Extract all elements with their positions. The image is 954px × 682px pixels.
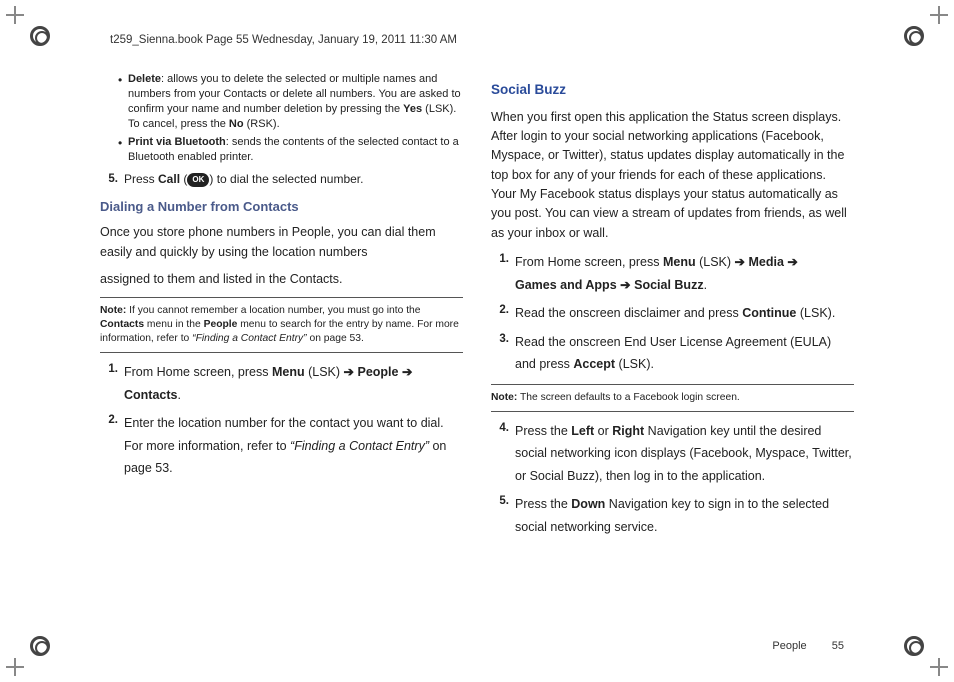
left-column: • Delete: allows you to delete the selec…: [100, 70, 463, 632]
step-2-enter-location: 2. Enter the location number for the con…: [100, 412, 463, 480]
decoration-spiral-top-left: [30, 26, 50, 46]
step-1-home-menu: 1. From Home screen, press Menu (LSK) ➔ …: [100, 361, 463, 406]
heading-dialing-from-contacts: Dialing a Number from Contacts: [100, 198, 463, 217]
intro-text-2: assigned to them and listed in the Conta…: [100, 270, 463, 289]
sb-step-1: 1. From Home screen, press Menu (LSK) ➔ …: [491, 251, 854, 296]
intro-text: Once you store phone numbers in People, …: [100, 223, 463, 262]
decoration-spiral-top-right: [904, 26, 924, 46]
note-remember-location: Note: If you cannot remember a location …: [100, 297, 463, 353]
decoration-spiral-bottom-left: [30, 636, 50, 656]
sb-step-2: 2. Read the onscreen disclaimer and pres…: [491, 302, 854, 325]
bullet-delete: • Delete: allows you to delete the selec…: [118, 72, 463, 131]
social-buzz-intro: When you first open this application the…: [491, 108, 854, 244]
decoration-spiral-bottom-right: [904, 636, 924, 656]
sb-step-4: 4. Press the Left or Right Navigation ke…: [491, 420, 854, 488]
ok-key-icon: OK: [187, 173, 209, 187]
right-column: Social Buzz When you first open this app…: [491, 70, 854, 632]
bullet-print-bluetooth: • Print via Bluetooth: sends the content…: [118, 135, 463, 165]
sb-step-5: 5. Press the Down Navigation key to sign…: [491, 493, 854, 538]
book-header: t259_Sienna.book Page 55 Wednesday, Janu…: [110, 34, 457, 46]
heading-social-buzz: Social Buzz: [491, 80, 854, 100]
page-content: • Delete: allows you to delete the selec…: [100, 70, 854, 632]
step-5-press-call: 5. Press Call (OK) to dial the selected …: [100, 171, 463, 188]
footer-section: People: [772, 640, 806, 652]
note-facebook-default: Note: The screen defaults to a Facebook …: [491, 384, 854, 412]
footer-page-number: 55: [832, 640, 844, 652]
page-footer: People 55: [772, 640, 844, 652]
sb-step-3: 3. Read the onscreen End User License Ag…: [491, 331, 854, 376]
